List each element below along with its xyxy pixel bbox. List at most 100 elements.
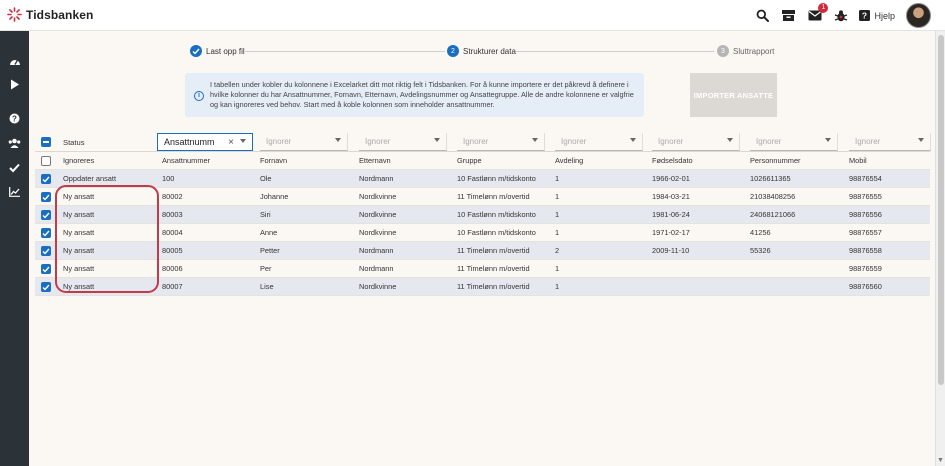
row-checkbox[interactable] xyxy=(41,282,51,292)
row-checkbox[interactable] xyxy=(41,210,51,220)
help-icon: ? xyxy=(859,10,871,21)
bug-icon[interactable] xyxy=(833,8,848,23)
row-checkbox[interactable] xyxy=(41,228,51,238)
table-cell: 98876558 xyxy=(849,246,882,255)
tidsbanken-logo-icon xyxy=(7,7,22,22)
table-cell: 11 Timelønn m/overtid xyxy=(457,246,530,255)
column-mapping-select[interactable]: Ignorer xyxy=(750,133,838,151)
notification-badge: 1 xyxy=(818,3,829,13)
play-icon[interactable] xyxy=(8,78,21,91)
table-cell: 1 xyxy=(555,174,560,183)
table-cell: 80002 xyxy=(162,192,183,201)
column-names-row: Ignoreres Ansattnummer Fornavn Etternavn Gru… xyxy=(35,152,930,170)
table-cell: Nordkvinne xyxy=(359,282,397,291)
check-icon[interactable] xyxy=(8,161,21,174)
chevron-down-icon[interactable] xyxy=(434,138,440,142)
table-cell: 98876556 xyxy=(849,210,882,219)
table-cell: 80007 xyxy=(162,282,183,291)
table-cell: 98876559 xyxy=(849,264,882,273)
column-name: Fornavn xyxy=(260,156,288,165)
column-name: Fødselsdato xyxy=(652,156,693,165)
dashboard-icon[interactable] xyxy=(8,54,21,67)
chevron-down-icon[interactable] xyxy=(727,138,733,142)
import-stepper: Last opp fil 2 Strukturer data 3 Sluttra… xyxy=(190,45,780,59)
column-mapping-value: Ignorer xyxy=(855,137,881,146)
import-employees-button[interactable]: IMPORTER ANSATTE xyxy=(690,73,777,117)
table-cell: 80003 xyxy=(162,210,183,219)
users-icon[interactable] xyxy=(8,137,21,150)
table-cell: 1 xyxy=(555,192,560,201)
chevron-down-icon[interactable] xyxy=(335,138,341,142)
row-checkbox[interactable] xyxy=(41,192,51,202)
table-row: Ny ansatt 80004 Anne Nordkvinne 10 Fastlønn … xyxy=(35,224,930,242)
row-checkbox[interactable] xyxy=(41,246,51,256)
table-cell: Nordkvinne xyxy=(359,228,397,237)
chevron-down-icon[interactable] xyxy=(825,138,831,142)
step-upload[interactable]: Last opp fil xyxy=(190,45,245,57)
table-row: Ny ansatt 80006 Per Nordmann 11 Timelønn m/o… xyxy=(35,260,930,278)
step-number: 3 xyxy=(717,45,729,57)
help-button[interactable]: ? Hjelp xyxy=(859,10,895,21)
chart-icon[interactable] xyxy=(8,185,21,198)
info-text: I tabellen under kobler du kolonnene i E… xyxy=(210,80,634,109)
table-cell: 41256 xyxy=(750,228,771,237)
column-mapping-value: Ignorer xyxy=(756,137,782,146)
clear-icon[interactable]: × xyxy=(228,137,234,148)
chevron-down-icon[interactable] xyxy=(240,139,246,143)
question-icon[interactable]: ? xyxy=(8,112,21,125)
search-icon[interactable] xyxy=(755,8,770,23)
column-mapping-select[interactable]: Ignorer xyxy=(260,133,348,151)
column-name: Personnummer xyxy=(750,156,801,165)
table-cell: Lise xyxy=(260,282,274,291)
table-cell: Johanne xyxy=(260,192,289,201)
chevron-down-icon[interactable] xyxy=(630,138,636,142)
table-cell: 10 Fastlønn m/tidskonto xyxy=(457,210,536,219)
column-mapping-value: Ansattnumm xyxy=(164,137,215,147)
row-checkbox[interactable] xyxy=(41,174,51,184)
avatar[interactable] xyxy=(906,3,931,28)
chevron-down-icon[interactable] xyxy=(532,138,538,142)
column-name: Etternavn xyxy=(359,156,391,165)
scroll-down-icon[interactable]: ▼ xyxy=(937,457,944,464)
table-cell: 1966-02-01 xyxy=(652,174,690,183)
row-checkbox[interactable] xyxy=(41,156,51,166)
scrollbar-thumb[interactable] xyxy=(938,35,944,385)
table-cell: 1984-03-21 xyxy=(652,192,690,201)
table-cell: 100 xyxy=(162,174,175,183)
chevron-down-icon[interactable] xyxy=(918,138,924,142)
select-all-checkbox[interactable] xyxy=(41,137,51,147)
archive-icon[interactable] xyxy=(781,8,796,23)
step-connector xyxy=(516,51,714,52)
vertical-scrollbar[interactable]: ▼ xyxy=(935,31,945,466)
table-cell: 11 Timelønn m/overtid xyxy=(457,282,530,291)
column-mapping-select[interactable]: Ignorer xyxy=(555,133,643,151)
table-cell: 80006 xyxy=(162,264,183,273)
table-row: Ny ansatt 80002 Johanne Nordkvinne 11 Timelø… xyxy=(35,188,930,206)
table-cell: Siri xyxy=(260,210,271,219)
step-final-report[interactable]: 3 Sluttrapport xyxy=(717,45,774,57)
column-mapping-value: Ignorer xyxy=(463,137,489,146)
column-name: Ignoreres xyxy=(63,156,95,165)
column-mapping-select[interactable]: Ansattnumm × xyxy=(157,133,253,151)
column-mapping-select[interactable]: Ignorer xyxy=(652,133,740,151)
column-name: Mobil xyxy=(849,156,867,165)
top-bar: Tidsbanken 1 ? Hjelp xyxy=(0,0,945,31)
step-structure[interactable]: 2 Strukturer data xyxy=(447,45,516,57)
step-label: Last opp fil xyxy=(206,46,245,56)
table-cell: Petter xyxy=(260,246,280,255)
column-mapping-select[interactable]: Ignorer xyxy=(849,133,931,151)
table-row: Ny ansatt 80003 Siri Nordkvinne 10 Fastlønn … xyxy=(35,206,930,224)
annotation-highlight xyxy=(55,185,159,293)
row-checkbox[interactable] xyxy=(41,264,51,274)
table-row: Ny ansatt 80007 Lise Nordkvinne 11 Timelønn … xyxy=(35,278,930,296)
logo-text: Tidsbanken xyxy=(26,7,94,22)
column-mapping-value: Ignorer xyxy=(365,137,391,146)
logo[interactable]: Tidsbanken xyxy=(7,7,93,22)
mail-icon[interactable]: 1 xyxy=(807,3,829,23)
column-mapping-select[interactable]: Ignorer xyxy=(359,133,447,151)
info-icon: i xyxy=(194,91,204,101)
column-mapping-select[interactable]: Ignorer xyxy=(457,133,545,151)
status-header: Status xyxy=(63,137,85,147)
svg-text:?: ? xyxy=(12,114,17,123)
table-cell: 80004 xyxy=(162,228,183,237)
